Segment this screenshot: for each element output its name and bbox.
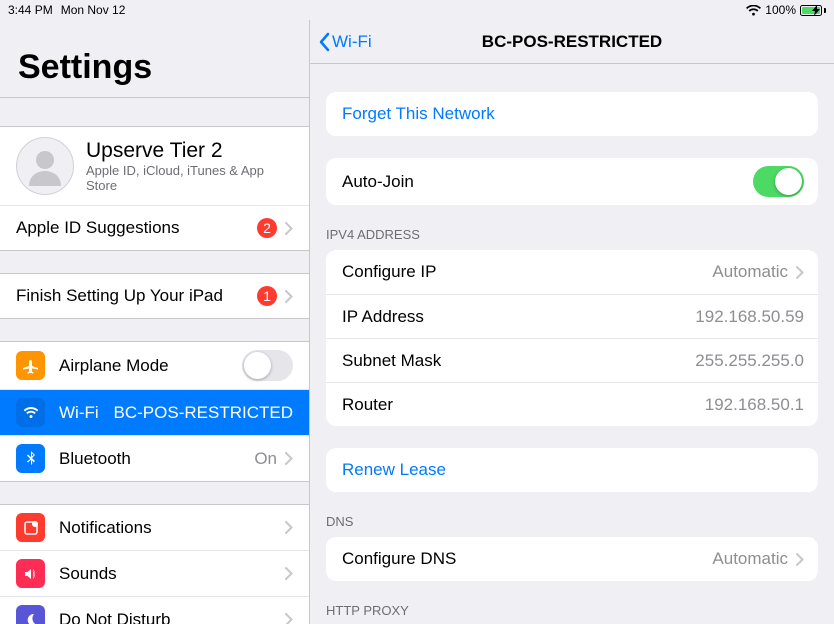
- section-header-dns: DNS: [310, 492, 834, 537]
- chevron-right-icon: [285, 521, 293, 534]
- sidebar-item-bluetooth[interactable]: Bluetooth On: [0, 436, 309, 481]
- account-subtitle: Apple ID, iCloud, iTunes & App Store: [86, 163, 293, 193]
- router-row: Router 192.168.50.1: [326, 382, 818, 426]
- sidebar-item-wifi[interactable]: Wi-Fi BC-POS-RESTRICTED: [0, 390, 309, 436]
- status-time: 3:44 PM: [8, 3, 53, 17]
- detail-pane: Wi-Fi BC-POS-RESTRICTED Forget This Netw…: [310, 20, 834, 624]
- bluetooth-icon: [16, 444, 45, 473]
- chevron-right-icon: [285, 567, 293, 580]
- ip-address-row: IP Address 192.168.50.59: [326, 294, 818, 338]
- chevron-right-icon: [796, 553, 804, 566]
- chevron-right-icon: [796, 266, 804, 279]
- chevron-right-icon: [285, 222, 293, 235]
- notifications-icon: [16, 513, 45, 542]
- renew-lease-button[interactable]: Renew Lease: [326, 448, 818, 492]
- airplane-toggle[interactable]: [242, 350, 293, 381]
- avatar: [16, 137, 74, 195]
- account-name: Upserve Tier 2: [86, 139, 293, 163]
- battery-percent: 100%: [765, 3, 796, 17]
- sidebar-item-notifications[interactable]: Notifications: [0, 505, 309, 551]
- status-date: Mon Nov 12: [61, 3, 126, 17]
- chevron-right-icon: [285, 452, 293, 465]
- sidebar: Settings Upserve Tier 2 Apple ID, iCloud…: [0, 20, 310, 624]
- detail-title: BC-POS-RESTRICTED: [482, 32, 662, 52]
- section-header-proxy: HTTP Proxy: [310, 581, 834, 624]
- auto-join-toggle[interactable]: [753, 166, 804, 197]
- chevron-left-icon: [318, 32, 330, 52]
- badge: 1: [257, 286, 277, 306]
- airplane-icon: [16, 351, 45, 380]
- configure-ip-row[interactable]: Configure IP Automatic: [326, 250, 818, 294]
- badge: 2: [257, 218, 277, 238]
- page-title: Settings: [0, 20, 309, 98]
- sidebar-item-airplane-mode[interactable]: Airplane Mode: [0, 342, 309, 390]
- forget-network-button[interactable]: Forget This Network: [326, 92, 818, 136]
- subnet-mask-row: Subnet Mask 255.255.255.0: [326, 338, 818, 382]
- sidebar-item-apple-id-suggestions[interactable]: Apple ID Suggestions 2: [0, 206, 309, 250]
- sounds-icon: [16, 559, 45, 588]
- auto-join-row: Auto-Join: [326, 158, 818, 205]
- sidebar-item-account[interactable]: Upserve Tier 2 Apple ID, iCloud, iTunes …: [0, 127, 309, 206]
- chevron-right-icon: [285, 290, 293, 303]
- detail-header: Wi-Fi BC-POS-RESTRICTED: [310, 20, 834, 64]
- chevron-right-icon: [285, 613, 293, 624]
- back-button[interactable]: Wi-Fi: [318, 32, 372, 52]
- wifi-icon: [746, 5, 761, 16]
- section-header-ipv4: IPV4 Address: [310, 205, 834, 250]
- sidebar-item-finish-setup[interactable]: Finish Setting Up Your iPad 1: [0, 274, 309, 318]
- sidebar-item-do-not-disturb[interactable]: Do Not Disturb: [0, 597, 309, 624]
- moon-icon: [16, 605, 45, 624]
- status-bar: 3:44 PM Mon Nov 12 100%: [0, 0, 834, 20]
- wifi-icon: [16, 398, 45, 427]
- configure-dns-row[interactable]: Configure DNS Automatic: [326, 537, 818, 581]
- battery-icon: [800, 5, 826, 16]
- sidebar-item-sounds[interactable]: Sounds: [0, 551, 309, 597]
